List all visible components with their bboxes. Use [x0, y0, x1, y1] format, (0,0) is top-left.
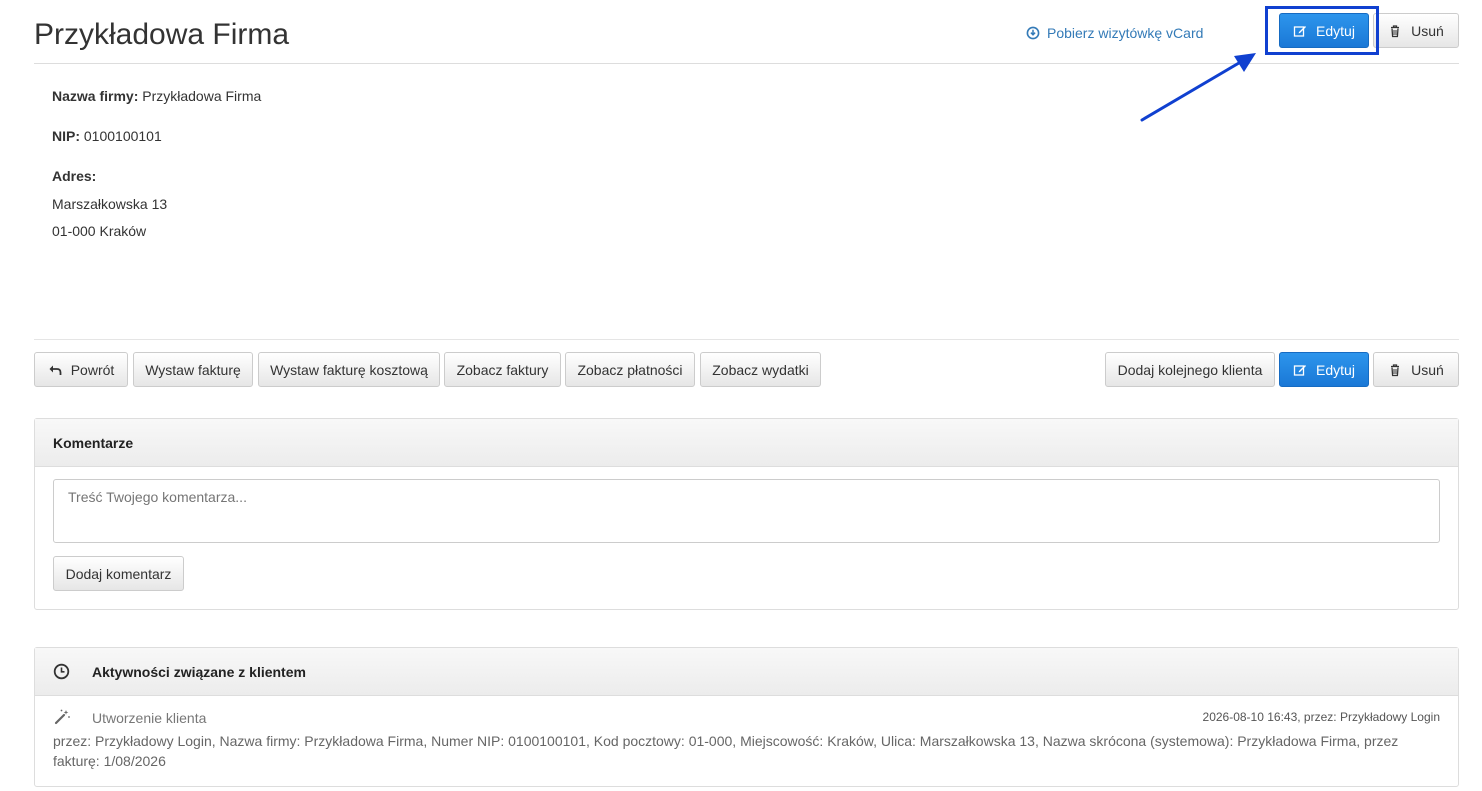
download-circle-icon [1026, 26, 1040, 40]
comments-panel: Komentarze Dodaj komentarz [34, 418, 1459, 610]
header-delete-button[interactable]: Usuń [1373, 13, 1459, 48]
activity-item: Utworzenie klienta 2026-08-10 16:43, prz… [35, 696, 1458, 786]
activities-panel: Aktywności związane z klientem Utworzeni… [34, 647, 1459, 787]
activity-body: przez: Przykładowy Login, Nazwa firmy: P… [53, 733, 1399, 769]
toolbar-edit-label: Edytuj [1316, 361, 1355, 378]
trash-icon [1391, 363, 1400, 376]
highlight-box [1265, 6, 1379, 55]
activity-title: Utworzenie klienta [92, 710, 207, 726]
address-label-row: Adres: [52, 166, 96, 186]
comment-textarea[interactable] [53, 479, 1440, 543]
address-label: Adres: [52, 168, 97, 184]
toolbar-edit-button[interactable]: Edytuj [1279, 352, 1369, 387]
add-client-button[interactable]: Dodaj kolejnego klienta [1105, 352, 1275, 387]
edit-icon [1293, 364, 1307, 376]
company-value: Przykładowa Firma [142, 88, 262, 104]
nip-value: 0100100101 [83, 128, 162, 144]
nip-label: NIP: [52, 128, 80, 144]
add-comment-button[interactable]: Dodaj komentarz [53, 556, 184, 591]
toolbar-delete-button[interactable]: Usuń [1373, 352, 1459, 387]
annotation-arrow [1140, 53, 1256, 122]
divider [34, 339, 1459, 340]
view-invoices-button[interactable]: Zobacz faktury [444, 352, 561, 387]
issue-invoice-button[interactable]: Wystaw fakturę [133, 352, 253, 387]
activities-title: Aktywności związane z klientem [92, 663, 306, 680]
comments-heading: Komentarze [35, 419, 1458, 467]
activities-heading: Aktywności związane z klientem [35, 648, 1458, 696]
trash-icon [1391, 24, 1400, 37]
vcard-label: Pobierz wizytówkę vCard [1047, 25, 1204, 41]
clock-icon [53, 663, 70, 680]
page-title: Przykładowa Firma [34, 18, 290, 51]
activity-meta: 2026-08-10 16:43, przez: Przykładowy Log… [1202, 710, 1440, 724]
company-label: Nazwa firmy: [52, 88, 139, 104]
toolbar-delete-label: Usuń [1411, 361, 1444, 378]
view-payments-button[interactable]: Zobacz płatności [565, 352, 695, 387]
back-label: Powrót [70, 361, 115, 378]
back-arrow-icon [49, 365, 62, 375]
magic-wand-icon [54, 709, 70, 725]
address-line1: Marszałkowska 13 [52, 196, 168, 212]
back-button[interactable]: Powrót [34, 352, 128, 387]
nip-row: NIP: 0100100101 [52, 126, 162, 146]
address-line2: 01-000 Kraków [52, 223, 147, 239]
company-row: Nazwa firmy: Przykładowa Firma [52, 86, 261, 106]
view-expenses-button[interactable]: Zobacz wydatki [700, 352, 821, 387]
issue-cost-invoice-button[interactable]: Wystaw fakturę kosztową [258, 352, 440, 387]
download-vcard-link[interactable]: Pobierz wizytówkę vCard [1026, 24, 1203, 42]
header-delete-label: Usuń [1411, 22, 1444, 39]
